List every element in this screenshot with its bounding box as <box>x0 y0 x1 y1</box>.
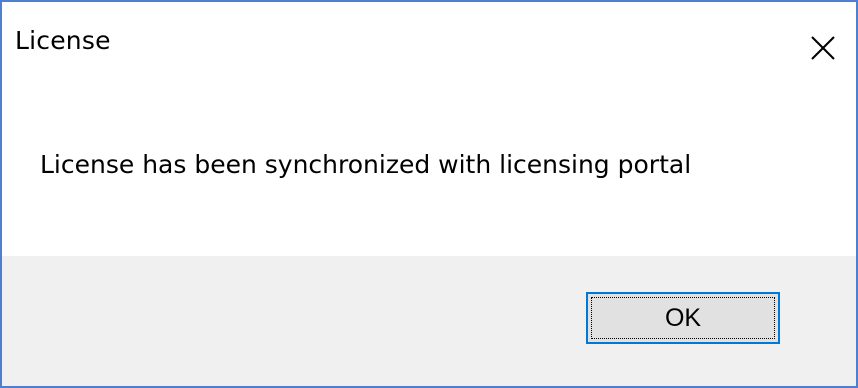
close-icon <box>811 36 835 60</box>
message-text: License has been synchronized with licen… <box>40 150 692 179</box>
title-bar: License <box>2 2 856 80</box>
button-bar: OK <box>2 256 856 386</box>
ok-button[interactable]: OK <box>586 292 780 344</box>
ok-button-label: OK <box>664 304 702 332</box>
close-button[interactable] <box>790 2 856 80</box>
window-title: License <box>15 26 111 55</box>
license-dialog: License License has been synchronized wi… <box>0 0 858 388</box>
dialog-content: License has been synchronized with licen… <box>2 80 856 256</box>
